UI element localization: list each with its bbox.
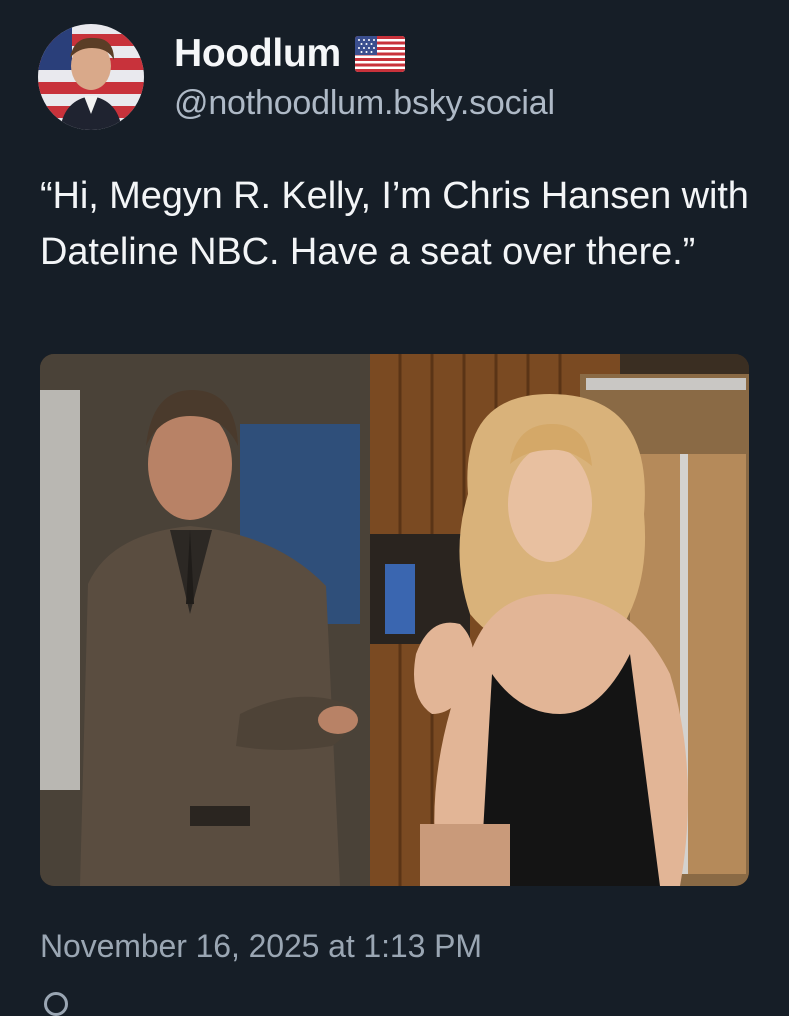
post-text: “Hi, Megyn R. Kelly, I’m Chris Hansen wi… xyxy=(40,175,749,273)
reply-icon[interactable] xyxy=(44,992,68,1016)
post-timestamp[interactable]: November 16, 2025 at 1:13 PM xyxy=(40,928,482,965)
author-handle[interactable]: @nothoodlum.bsky.social xyxy=(174,84,555,123)
post-card: Hoodlum @nothoodlum.bsky.social “Hi, Meg… xyxy=(0,0,789,1016)
post-image[interactable] xyxy=(40,354,749,886)
author-name-row: Hoodlum xyxy=(174,28,405,80)
author-display-name[interactable]: Hoodlum xyxy=(174,32,341,76)
avatar[interactable] xyxy=(38,24,144,130)
flag-us-icon xyxy=(354,36,405,72)
